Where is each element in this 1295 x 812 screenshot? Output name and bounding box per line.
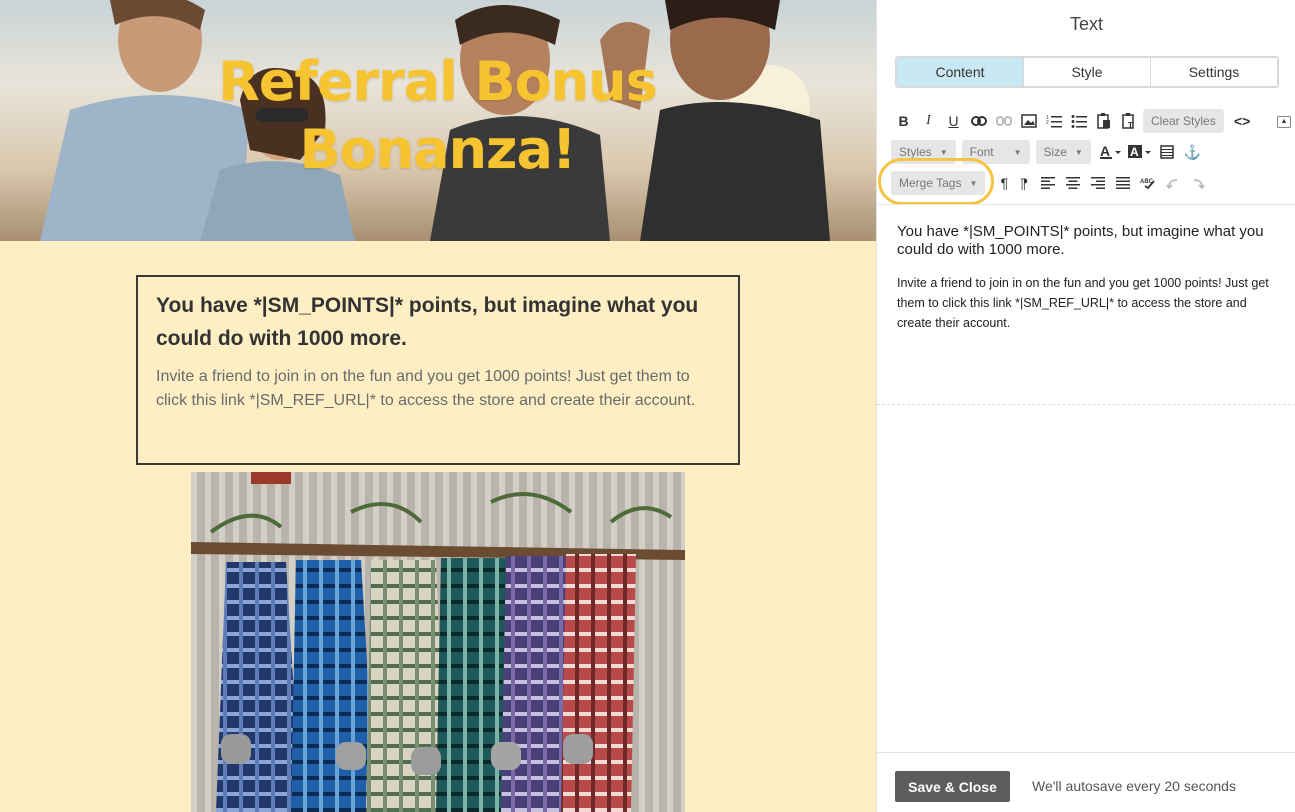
source-code-icon[interactable]: <> bbox=[1230, 109, 1255, 133]
selected-text-block[interactable]: You have *|SM_POINTS|* points, but imagi… bbox=[136, 275, 740, 465]
shirts-image[interactable] bbox=[191, 472, 685, 812]
merge-tags-dropdown[interactable]: Merge Tags ▼ bbox=[891, 171, 986, 195]
anchor-icon[interactable]: ⚓ bbox=[1180, 140, 1205, 164]
redo-icon[interactable] bbox=[1185, 171, 1210, 195]
panel-footer: Save & Close We'll autosave every 20 sec… bbox=[877, 752, 1295, 812]
undo-icon[interactable] bbox=[1160, 171, 1185, 195]
hero-image[interactable]: Referral Bonus Bonanza! bbox=[0, 0, 876, 241]
size-dropdown-label: Size bbox=[1043, 145, 1067, 159]
background-color-icon[interactable]: A bbox=[1125, 140, 1155, 164]
image-icon[interactable] bbox=[1016, 109, 1041, 133]
tab-style[interactable]: Style bbox=[1024, 58, 1151, 86]
italic-icon[interactable]: I bbox=[916, 109, 941, 133]
link-icon[interactable] bbox=[966, 109, 991, 133]
paste-icon[interactable] bbox=[1091, 109, 1116, 133]
svg-text:A: A bbox=[1100, 144, 1110, 159]
tab-content[interactable]: Content bbox=[897, 58, 1024, 86]
clear-styles-button[interactable]: Clear Styles bbox=[1143, 109, 1224, 133]
text-color-icon[interactable]: A bbox=[1097, 140, 1125, 164]
toolbar-row-3: Merge Tags ▼ ¶ ¶ ABC bbox=[878, 158, 1210, 205]
merge-tags-label: Merge Tags bbox=[899, 176, 962, 190]
toolbar-row-1: B I U 12 T Clear Styles <> bbox=[891, 108, 1255, 134]
svg-text:T: T bbox=[1128, 121, 1133, 129]
spellcheck-icon[interactable]: ABC bbox=[1135, 171, 1160, 195]
bullet-list-icon[interactable] bbox=[1066, 109, 1091, 133]
editor-panel: Text Content Style Settings B I U 12 T C… bbox=[876, 0, 1295, 812]
block-heading: You have *|SM_POINTS|* points, but imagi… bbox=[156, 294, 699, 350]
chevron-down-icon: ▼ bbox=[1074, 147, 1083, 157]
svg-text:2: 2 bbox=[1046, 120, 1049, 126]
size-dropdown[interactable]: Size ▼ bbox=[1035, 140, 1091, 164]
chevron-down-icon: ▼ bbox=[969, 178, 978, 188]
paste-text-icon[interactable]: T bbox=[1116, 109, 1141, 133]
align-justify-icon[interactable] bbox=[1110, 171, 1135, 195]
table-icon[interactable] bbox=[1155, 140, 1180, 164]
rtl-paragraph-icon[interactable]: ¶ bbox=[1013, 171, 1035, 195]
chevron-down-icon: ▼ bbox=[939, 147, 948, 157]
styles-dropdown[interactable]: Styles ▼ bbox=[891, 140, 956, 164]
align-right-icon[interactable] bbox=[1085, 171, 1110, 195]
align-left-icon[interactable] bbox=[1035, 171, 1060, 195]
unlink-icon[interactable] bbox=[991, 109, 1016, 133]
editor-body[interactable]: Invite a friend to join in on the fun an… bbox=[897, 273, 1276, 333]
hero-title: Referral Bonus Bonanza! bbox=[218, 50, 658, 181]
email-preview: Referral Bonus Bonanza! You have *|SM_PO… bbox=[0, 0, 876, 812]
autosave-notice: We'll autosave every 20 seconds bbox=[1032, 778, 1236, 794]
panel-tabs: Content Style Settings bbox=[895, 56, 1279, 88]
shirts-photo bbox=[191, 472, 685, 812]
font-dropdown[interactable]: Font ▼ bbox=[961, 140, 1030, 164]
toolbar-row-2: Styles ▼ Font ▼ Size ▼ A A ⚓ bbox=[891, 139, 1205, 165]
panel-title: Text bbox=[1069, 14, 1103, 34]
ltr-paragraph-icon[interactable]: ¶ bbox=[995, 171, 1013, 195]
collapse-toolbar-icon[interactable]: ▲ bbox=[1277, 116, 1291, 128]
editor-heading[interactable]: You have *|SM_POINTS|* points, but imagi… bbox=[897, 223, 1276, 259]
save-close-button[interactable]: Save & Close bbox=[895, 771, 1010, 802]
tab-settings[interactable]: Settings bbox=[1151, 58, 1277, 86]
chevron-down-icon: ▼ bbox=[1013, 147, 1022, 157]
block-body: Invite a friend to join in on the fun an… bbox=[156, 368, 696, 409]
text-editor-area[interactable]: You have *|SM_POINTS|* points, but imagi… bbox=[877, 204, 1295, 405]
align-center-icon[interactable] bbox=[1060, 171, 1085, 195]
bold-icon[interactable]: B bbox=[891, 109, 916, 133]
numbered-list-icon[interactable]: 12 bbox=[1041, 109, 1066, 133]
underline-icon[interactable]: U bbox=[941, 109, 966, 133]
styles-dropdown-label: Styles bbox=[899, 145, 932, 159]
font-dropdown-label: Font bbox=[969, 145, 994, 159]
svg-text:A: A bbox=[1130, 145, 1139, 159]
